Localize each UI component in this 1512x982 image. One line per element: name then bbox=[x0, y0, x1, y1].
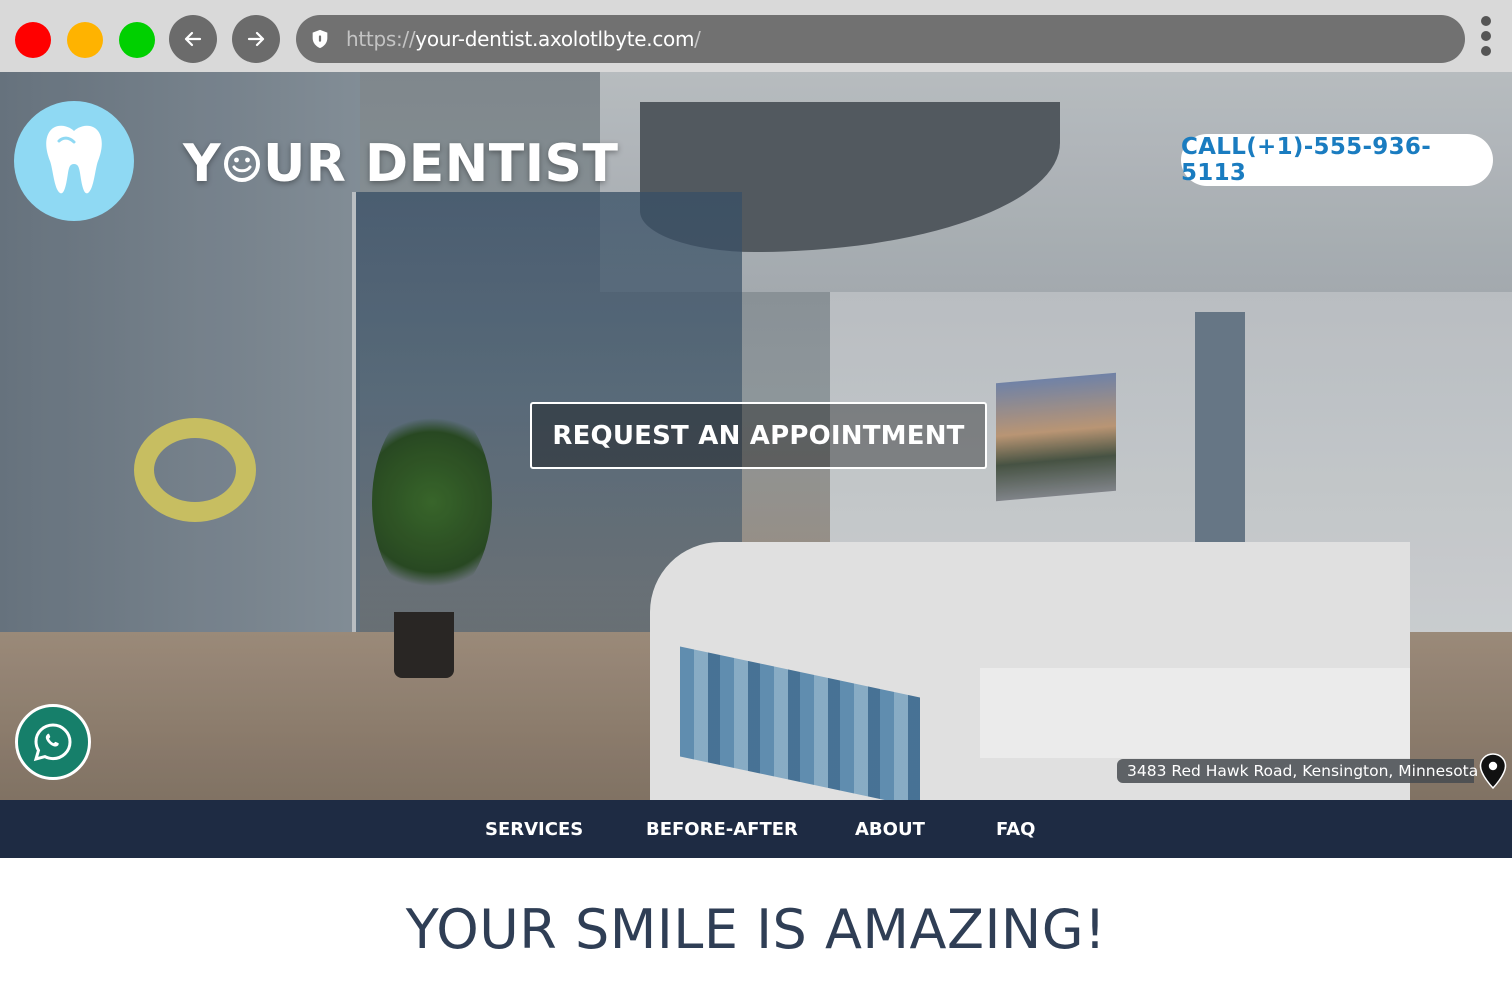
map-pin-icon[interactable] bbox=[1478, 753, 1508, 789]
window-minimize-button[interactable] bbox=[67, 22, 103, 58]
brand-suffix: UR DENTIST bbox=[263, 134, 619, 194]
whatsapp-button[interactable] bbox=[15, 704, 91, 780]
nav-item-before-after[interactable]: BEFORE-AFTER bbox=[646, 800, 798, 858]
browser-chrome: https://your-dentist.axolotlbyte.com/ bbox=[0, 0, 1512, 72]
arrow-right-icon bbox=[247, 31, 265, 47]
url-host: your-dentist.axolotlbyte.com bbox=[415, 27, 695, 51]
url-text: https://your-dentist.axolotlbyte.com/ bbox=[346, 27, 701, 51]
nav-item-about[interactable]: ABOUT bbox=[855, 800, 925, 858]
whatsapp-icon bbox=[33, 723, 72, 762]
main-navigation: SERVICES BEFORE-AFTER ABOUT FAQ bbox=[0, 800, 1512, 858]
tooth-icon bbox=[46, 125, 102, 194]
page-headline: YOUR SMILE IS AMAZING! bbox=[405, 898, 1107, 961]
forward-button[interactable] bbox=[232, 15, 280, 63]
brand-title[interactable]: Y UR DENTIST bbox=[183, 134, 618, 194]
url-scheme: https:// bbox=[346, 27, 416, 51]
back-button[interactable] bbox=[169, 15, 217, 63]
request-appointment-button[interactable]: REQUEST AN APPOINTMENT bbox=[530, 402, 987, 469]
window-maximize-button[interactable] bbox=[119, 22, 155, 58]
shield-icon bbox=[308, 27, 332, 51]
smiley-icon bbox=[223, 145, 261, 183]
kebab-menu-icon[interactable] bbox=[1480, 16, 1492, 56]
nav-item-services[interactable]: SERVICES bbox=[485, 800, 583, 858]
logo-badge[interactable] bbox=[14, 101, 134, 221]
address-label: 3483 Red Hawk Road, Kensington, Minnesot… bbox=[1117, 759, 1478, 783]
url-trailing: / bbox=[694, 27, 701, 51]
address-bar[interactable]: https://your-dentist.axolotlbyte.com/ bbox=[296, 15, 1465, 63]
brand-prefix: Y bbox=[183, 134, 222, 194]
nav-item-faq[interactable]: FAQ bbox=[996, 800, 1035, 858]
arrow-left-icon bbox=[184, 31, 202, 47]
call-button[interactable]: CALL(+1)-555-936-5113 bbox=[1181, 134, 1493, 186]
window-close-button[interactable] bbox=[15, 22, 51, 58]
